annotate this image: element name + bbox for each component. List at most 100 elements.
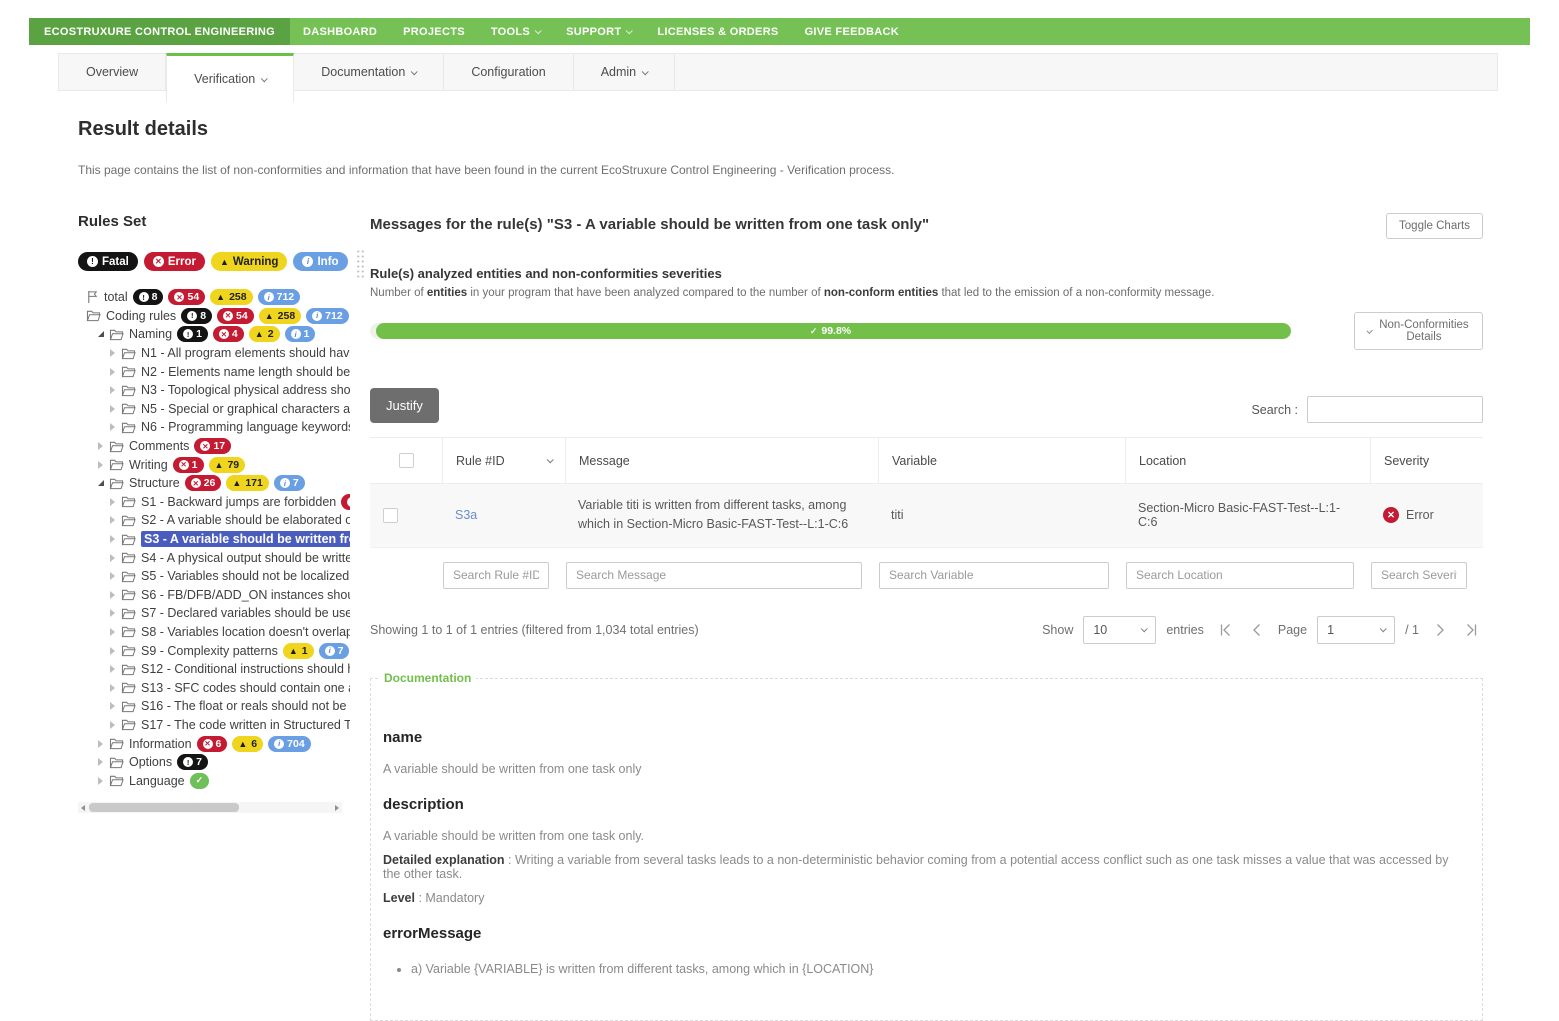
- page-select[interactable]: 1: [1317, 616, 1395, 644]
- tree-node-n2[interactable]: N2 - Elements name length should be in a…: [78, 362, 350, 381]
- expand-arrow-icon[interactable]: [110, 572, 121, 580]
- expand-arrow-icon[interactable]: [98, 740, 109, 748]
- page-description: This page contains the list of non-confo…: [78, 163, 1559, 177]
- filter-rule-id-input[interactable]: [443, 562, 549, 589]
- column-header-variable[interactable]: Variable: [878, 438, 1125, 484]
- badge-info: i1: [285, 326, 316, 342]
- legend-label: Info: [317, 256, 338, 268]
- sort-chevron-icon[interactable]: [547, 456, 554, 463]
- tab-verification[interactable]: Verification: [166, 53, 294, 102]
- expand-arrow-icon[interactable]: [110, 702, 121, 710]
- desc-part: that led to the emission of a non-confor…: [938, 287, 1214, 299]
- tree-horizontal-scrollbar[interactable]: [78, 802, 342, 813]
- tree-node-writing[interactable]: Writing✕1▲79: [78, 455, 350, 474]
- tree-node-n6[interactable]: N6 - Programming language keywords shou: [78, 418, 350, 437]
- last-page-button[interactable]: [1461, 619, 1483, 641]
- expand-arrow-icon[interactable]: [110, 684, 121, 692]
- non-conformities-details-button[interactable]: Non-Conformities Details: [1354, 312, 1483, 350]
- tree-node-coding-rules[interactable]: Coding rules!8✕54▲258i712: [78, 307, 350, 326]
- expand-arrow-icon[interactable]: [110, 349, 121, 357]
- column-header-message[interactable]: Message: [565, 438, 878, 484]
- tab-overview[interactable]: Overview: [59, 54, 166, 90]
- tree-node-s1[interactable]: S1 - Backward jumps are forbidden✕1: [78, 493, 350, 512]
- select-all-checkbox[interactable]: [399, 453, 414, 468]
- level-text: : Mandatory: [415, 891, 484, 905]
- tree-node-n1[interactable]: N1 - All program elements should have a …: [78, 344, 350, 363]
- tree-node-n5[interactable]: N5 - Special or graphical characters are…: [78, 400, 350, 419]
- tree-node-s2[interactable]: S2 - A variable should be elaborated onl…: [78, 511, 350, 530]
- column-header-rule-id[interactable]: Rule #ID: [442, 438, 565, 484]
- tree-node-s16[interactable]: S16 - The float or reals should not be c…: [78, 697, 350, 716]
- tree-node-options[interactable]: Options!7: [78, 753, 350, 772]
- expand-arrow-icon[interactable]: [98, 758, 109, 766]
- previous-page-button[interactable]: [1246, 619, 1268, 641]
- tree-node-comments[interactable]: Comments✕17: [78, 437, 350, 456]
- badge-error: ✕1: [173, 457, 204, 473]
- nav-item-support[interactable]: SUPPORT: [553, 18, 644, 45]
- tree-node-structure[interactable]: Structure✕26▲171i7: [78, 474, 350, 493]
- expand-arrow-icon[interactable]: [110, 368, 121, 376]
- nav-item-give-feedback[interactable]: GIVE FEEDBACK: [792, 18, 912, 45]
- tree-node-s13[interactable]: S13 - SFC codes should contain one and o…: [78, 678, 350, 697]
- expand-arrow-icon[interactable]: [110, 516, 121, 524]
- scrollbar-thumb[interactable]: [89, 803, 239, 812]
- tree-node-s8[interactable]: S8 - Variables location doesn't overlap✕: [78, 623, 350, 642]
- expand-arrow-icon[interactable]: [110, 721, 121, 729]
- tab-documentation[interactable]: Documentation: [294, 54, 444, 90]
- tree-node-naming[interactable]: Naming!1✕4▲2i1: [78, 325, 350, 344]
- filter-location-input[interactable]: [1126, 562, 1354, 589]
- nav-item-projects[interactable]: PROJECTS: [390, 18, 478, 45]
- expand-arrow-icon[interactable]: [110, 554, 121, 562]
- collapse-arrow-icon[interactable]: [98, 480, 109, 486]
- tree-node-s6[interactable]: S6 - FB/DFB/ADD_ON instances should be c: [78, 586, 350, 605]
- tree-node-s4[interactable]: S4 - A physical output should be written…: [78, 548, 350, 567]
- expand-arrow-icon[interactable]: [110, 405, 121, 413]
- expand-arrow-icon[interactable]: [110, 498, 121, 506]
- tree-node-s9[interactable]: S9 - Complexity patterns▲1i7: [78, 641, 350, 660]
- toggle-charts-button[interactable]: Toggle Charts: [1386, 213, 1483, 239]
- tab-admin[interactable]: Admin: [574, 54, 675, 90]
- scroll-left-icon[interactable]: [81, 805, 85, 811]
- tree-node-s12[interactable]: S12 - Conditional instructions should ha…: [78, 660, 350, 679]
- scroll-right-icon[interactable]: [335, 805, 339, 811]
- expand-arrow-icon[interactable]: [110, 647, 121, 655]
- nav-item-dashboard[interactable]: DASHBOARD: [290, 18, 390, 45]
- expand-arrow-icon[interactable]: [110, 386, 121, 394]
- expand-arrow-icon[interactable]: [98, 777, 109, 785]
- first-page-button[interactable]: [1214, 619, 1236, 641]
- filter-severity-input[interactable]: [1371, 562, 1467, 589]
- tree-node-s17[interactable]: S17 - The code written in Structured Tex…: [78, 716, 350, 735]
- tree-node-language[interactable]: Language✓: [78, 771, 350, 790]
- brand-title[interactable]: ECOSTRUXURE CONTROL ENGINEERING: [29, 18, 290, 45]
- collapse-arrow-icon[interactable]: [98, 331, 109, 337]
- filter-message-input[interactable]: [566, 562, 862, 589]
- tree-node-information[interactable]: Information✕6▲6i704: [78, 734, 350, 753]
- expand-arrow-icon[interactable]: [110, 628, 121, 636]
- panel-splitter[interactable]: [350, 213, 370, 1021]
- justify-button[interactable]: Justify: [370, 388, 439, 423]
- column-header-severity[interactable]: Severity: [1370, 438, 1483, 484]
- drag-handle-icon[interactable]: [356, 249, 365, 279]
- tab-configuration[interactable]: Configuration: [444, 54, 573, 90]
- row-checkbox[interactable]: [383, 508, 398, 523]
- expand-arrow-icon[interactable]: [110, 665, 121, 673]
- tree-node-total[interactable]: total!8✕54▲258i712: [78, 288, 350, 307]
- next-page-button[interactable]: [1429, 619, 1451, 641]
- expand-arrow-icon[interactable]: [98, 442, 109, 450]
- tree-node-s7[interactable]: S7 - Declared variables should be used✕: [78, 604, 350, 623]
- rule-id-link[interactable]: S3a: [455, 508, 477, 522]
- expand-arrow-icon[interactable]: [110, 535, 121, 543]
- tree-node-s5[interactable]: S5 - Variables should not be localized▲: [78, 567, 350, 586]
- filter-variable-input[interactable]: [879, 562, 1109, 589]
- expand-arrow-icon[interactable]: [98, 461, 109, 469]
- page-size-select[interactable]: 10: [1083, 616, 1156, 644]
- search-input[interactable]: [1307, 396, 1483, 423]
- expand-arrow-icon[interactable]: [110, 609, 121, 617]
- tree-node-n3[interactable]: N3 - Topological physical address should…: [78, 381, 350, 400]
- tree-node-s3[interactable]: S3 - A variable should be written from o…: [78, 530, 350, 549]
- expand-arrow-icon[interactable]: [110, 591, 121, 599]
- nav-item-licenses-orders[interactable]: LICENSES & ORDERS: [644, 18, 791, 45]
- nav-item-tools[interactable]: TOOLS: [478, 18, 553, 45]
- expand-arrow-icon[interactable]: [110, 423, 121, 431]
- column-header-location[interactable]: Location: [1125, 438, 1370, 484]
